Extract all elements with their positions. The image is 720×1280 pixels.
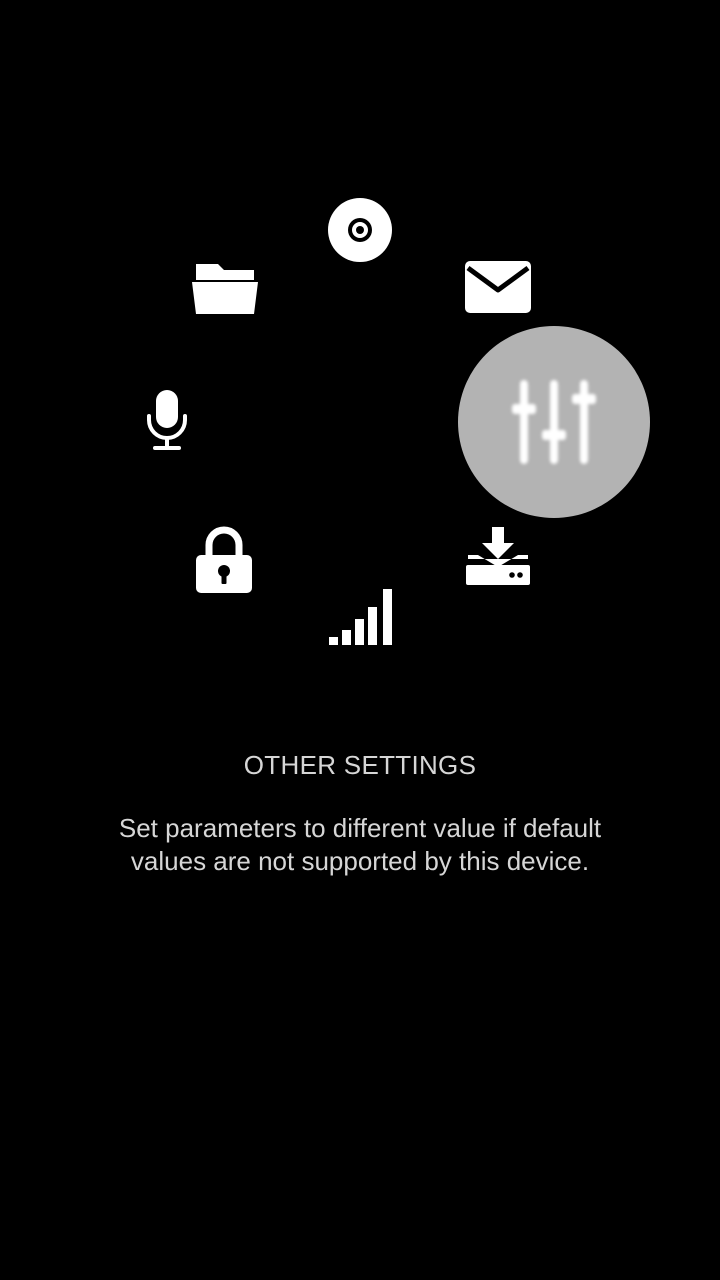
info-panel: OTHER SETTINGS Set parameters to differe…: [40, 746, 680, 878]
folder-icon[interactable]: [188, 258, 262, 318]
equalizer-sliders-icon: [512, 380, 596, 464]
signal-bars-icon[interactable]: [324, 584, 398, 648]
info-description: Set parameters to different value if def…: [118, 813, 602, 876]
mail-icon[interactable]: [462, 258, 534, 316]
screen: OTHER SETTINGS Set parameters to differe…: [0, 0, 720, 1280]
selected-other-settings-button[interactable]: [458, 326, 650, 518]
download-drive-icon[interactable]: [462, 524, 534, 588]
lock-icon[interactable]: [192, 524, 256, 596]
microphone-icon[interactable]: [140, 386, 194, 454]
info-title: OTHER SETTINGS: [243, 750, 477, 780]
disc-icon[interactable]: [326, 196, 394, 264]
